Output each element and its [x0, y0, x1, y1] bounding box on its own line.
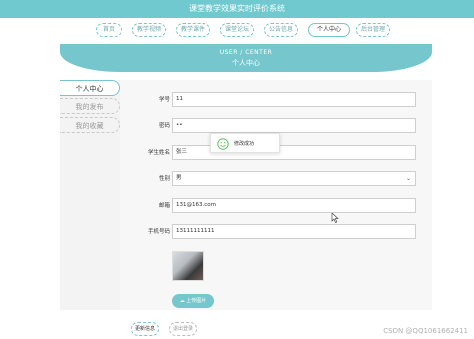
page-banner: USER / CENTER 个人中心 [60, 44, 432, 72]
toast-message: 修改成功 [234, 141, 255, 147]
top-nav: 首页 教学视频 教学课件 课堂论坛 公告信息 个人中心 后台管理 [0, 18, 474, 44]
success-toast: 修改成功 [210, 133, 280, 153]
avatar [172, 251, 204, 281]
upload-image-button[interactable]: ☁ 上传图片 [172, 294, 214, 308]
email-input[interactable]: 131@163.com [172, 198, 416, 213]
app-title: 课堂教学效果实时评价系统 [0, 0, 474, 18]
nav-item-announcements[interactable]: 公告信息 [264, 23, 298, 37]
profile-form: 学号 11 密码 •• 学生姓名 张三 性别 男 ⌄ 邮箱 131@163.co… [120, 80, 432, 310]
watermark: CSDN @QQ1061662411 [383, 327, 468, 335]
nav-item-teaching-courseware[interactable]: 教学课件 [176, 23, 210, 37]
password-label: 密码 [158, 123, 170, 129]
nav-item-personal-center[interactable]: 个人中心 [308, 23, 350, 37]
nav-item-admin[interactable]: 后台管理 [356, 23, 390, 37]
sidebar-item-personal-center[interactable]: 个人中心 [60, 80, 120, 96]
gender-label: 性别 [158, 176, 170, 182]
student-name-label: 学生姓名 [147, 150, 170, 156]
chevron-down-icon: ⌄ [405, 175, 411, 182]
nav-item-home[interactable]: 首页 [96, 23, 122, 37]
smiley-icon [217, 138, 229, 150]
banner-title-en: USER / CENTER [219, 49, 273, 56]
logout-button[interactable]: 退出登录 [169, 322, 197, 336]
mouse-cursor-icon [331, 213, 339, 223]
sidebar-item-my-posts[interactable]: 我的发布 [60, 98, 120, 114]
nav-item-teaching-video[interactable]: 教学视频 [132, 23, 166, 37]
gender-selected-value: 男 [176, 175, 182, 181]
upload-icon: ☁ [179, 298, 185, 304]
password-input[interactable]: •• [172, 118, 416, 133]
student-id-input[interactable]: 11 [172, 92, 416, 107]
update-info-button[interactable]: 更新信息 [131, 322, 159, 336]
phone-input[interactable]: 13111111111 [172, 224, 416, 239]
sidebar: 个人中心 我的发布 我的收藏 [60, 80, 120, 310]
banner-title-cn: 个人中心 [232, 59, 260, 67]
email-label: 邮箱 [158, 203, 170, 209]
phone-label: 手机号码 [147, 229, 170, 235]
nav-item-class-forum[interactable]: 课堂论坛 [220, 23, 254, 37]
upload-image-label: 上传图片 [186, 298, 207, 304]
gender-select[interactable]: 男 ⌄ [172, 171, 416, 186]
sidebar-item-my-favorites[interactable]: 我的收藏 [60, 117, 120, 133]
student-id-label: 学号 [158, 97, 170, 103]
student-name-input[interactable]: 张三 [172, 145, 416, 160]
